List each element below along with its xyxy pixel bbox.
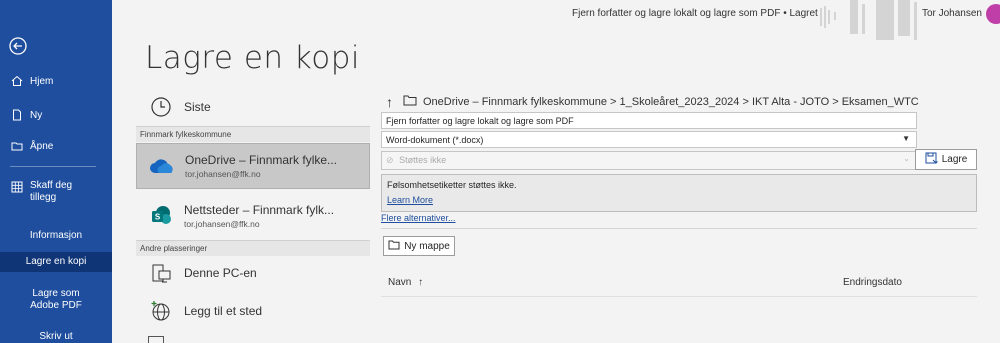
save-label: Lagre <box>941 154 968 165</box>
file-type-select[interactable]: Word-dokument (*.docx) ▼ <box>381 131 917 148</box>
location-group-header: Finnmark fylkeskommune <box>136 126 370 142</box>
sidebar-item-open[interactable]: Åpne <box>0 139 112 153</box>
back-arrow-icon[interactable] <box>8 36 28 56</box>
divider <box>381 296 977 297</box>
location-add-place[interactable]: Legg til et sted <box>136 296 370 326</box>
sort-up-icon: ↑ <box>418 277 424 288</box>
sidebar-item-save-adobe-pdf[interactable]: Lagre som Adobe PDF <box>0 288 112 312</box>
sidebar-item-home[interactable]: Hjem <box>0 74 112 88</box>
sidebar-item-label: Ny <box>30 109 43 121</box>
file-type-value: Word-dokument (*.docx) <box>386 135 484 145</box>
breadcrumb-path[interactable]: OneDrive – Finnmark fylkeskommune > 1_Sk… <box>423 96 919 108</box>
sidebar-item-label: Informasjon <box>29 230 83 241</box>
location-account: tor.johansen@ffk.no <box>185 169 261 179</box>
save-icon <box>925 152 938 168</box>
sidebar-item-save-copy[interactable]: Lagre en kopi <box>0 252 112 272</box>
location-label: Nettsteder – Finnmark fylk... <box>184 203 335 217</box>
sidebar-item-label: Skriv ut <box>39 331 73 342</box>
sensitivity-info-box: Følsomhetsetiketter støttes ikke. Learn … <box>381 174 977 212</box>
location-onedrive[interactable]: OneDrive – Finnmark fylke... tor.johanse… <box>136 143 370 189</box>
location-account: tor.johansen@ffk.no <box>184 219 260 229</box>
title-bar: Fjern forfatter og lagre lokalt og lagre… <box>112 0 1000 40</box>
up-arrow-icon[interactable]: ↑ <box>386 94 393 110</box>
filename-value: Fjern forfatter og lagre lokalt og lagre… <box>386 116 574 126</box>
document-title: Fjern forfatter og lagre lokalt og lagre… <box>572 8 818 19</box>
sidebar-item-label: Åpne <box>30 140 54 152</box>
onedrive-cloud-icon <box>149 153 175 179</box>
home-icon <box>10 74 24 88</box>
location-label: Siste <box>184 100 211 114</box>
sensitivity-select: ⊘ Støttes ikke ⌄ <box>381 151 917 170</box>
sidebar-item-print[interactable]: Skriv ut <box>0 331 112 343</box>
decorative-pattern-icon <box>820 0 917 40</box>
more-options-link[interactable]: Flere alternativer... <box>381 213 456 223</box>
avatar[interactable] <box>986 4 1000 24</box>
folder-icon <box>148 336 164 343</box>
tag-icon: ⊘ <box>386 155 394 165</box>
location-label: Denne PC-en <box>184 266 257 280</box>
sensitivity-placeholder: Støttes ikke <box>399 155 447 165</box>
column-label: Navn <box>388 277 412 288</box>
sidebar-item-addins[interactable]: Skaff deg tillegg <box>0 180 112 204</box>
clock-icon <box>148 94 174 120</box>
divider <box>381 228 977 229</box>
sharepoint-icon: S <box>148 203 174 229</box>
breadcrumb: ↑ OneDrive – Finnmark fylkeskommune > 1_… <box>386 94 919 110</box>
location-this-pc[interactable]: Denne PC-en <box>136 258 370 288</box>
folder-icon <box>403 95 417 109</box>
new-folder-icon <box>388 240 400 253</box>
user-name[interactable]: Tor Johansen <box>922 8 982 19</box>
learn-more-link[interactable]: Learn More <box>387 195 971 205</box>
location-group-header: Andre plasseringer <box>136 240 370 256</box>
open-folder-icon <box>10 139 24 153</box>
location-label: OneDrive – Finnmark fylke... <box>185 153 338 167</box>
sidebar-divider <box>10 166 96 167</box>
globe-add-icon <box>148 298 174 324</box>
info-text: Følsomhetsetiketter støttes ikke. <box>387 180 517 190</box>
new-folder-button[interactable]: Ny mappe <box>383 236 455 256</box>
column-header-date[interactable]: Endringsdato <box>843 277 902 288</box>
chevron-down-icon: ▼ <box>902 134 910 143</box>
location-label: Legg til et sted <box>184 304 263 318</box>
page-title: Lagre en kopi <box>145 40 361 76</box>
chevron-down-icon: ⌄ <box>903 154 910 163</box>
location-recent[interactable]: Siste <box>136 90 370 124</box>
column-header-name[interactable]: Navn ↑ <box>388 277 423 288</box>
save-button[interactable]: Lagre <box>915 149 977 170</box>
new-folder-label: Ny mappe <box>404 240 450 252</box>
filename-input[interactable]: Fjern forfatter og lagre lokalt og lagre… <box>381 112 917 129</box>
sidebar-item-label: Lagre som Adobe PDF <box>30 288 82 311</box>
sidebar-item-label: Hjem <box>30 75 54 87</box>
addins-icon <box>10 180 24 194</box>
computer-icon <box>148 260 174 286</box>
sidebar-item-new[interactable]: Ny <box>0 108 112 122</box>
sidebar-item-label: Lagre en kopi <box>25 256 87 267</box>
svg-text:S: S <box>155 213 161 222</box>
new-document-icon <box>10 108 24 122</box>
sidebar-item-info[interactable]: Informasjon <box>0 230 112 242</box>
backstage-sidebar: Hjem Ny Åpne Skaff deg tillegg Informasj… <box>0 0 112 343</box>
sidebar-item-label: Skaff deg tillegg <box>30 180 73 203</box>
location-sharepoint[interactable]: S Nettsteder – Finnmark fylk... tor.joha… <box>136 196 370 236</box>
